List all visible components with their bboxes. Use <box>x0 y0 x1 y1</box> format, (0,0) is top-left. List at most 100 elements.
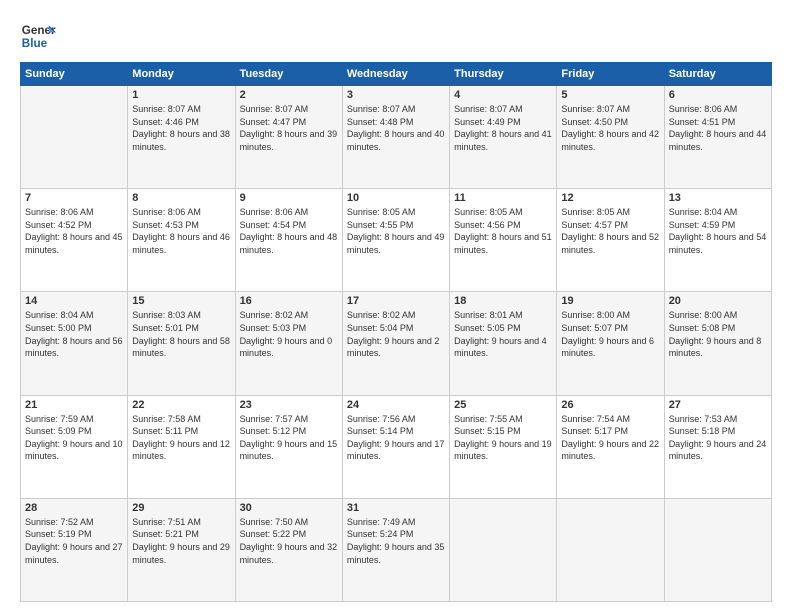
day-number: 11 <box>454 192 552 204</box>
day-info: Sunrise: 8:05 AMSunset: 4:57 PMDaylight:… <box>561 206 659 256</box>
calendar-cell: 11 Sunrise: 8:05 AMSunset: 4:56 PMDaylig… <box>450 189 557 292</box>
calendar-cell: 5 Sunrise: 8:07 AMSunset: 4:50 PMDayligh… <box>557 86 664 189</box>
day-info: Sunrise: 8:06 AMSunset: 4:51 PMDaylight:… <box>669 103 767 153</box>
calendar-cell: 1 Sunrise: 8:07 AMSunset: 4:46 PMDayligh… <box>128 86 235 189</box>
day-number: 3 <box>347 89 445 101</box>
calendar-cell: 14 Sunrise: 8:04 AMSunset: 5:00 PMDaylig… <box>21 292 128 395</box>
calendar-cell: 25 Sunrise: 7:55 AMSunset: 5:15 PMDaylig… <box>450 395 557 498</box>
day-info: Sunrise: 7:52 AMSunset: 5:19 PMDaylight:… <box>25 516 123 566</box>
day-info: Sunrise: 7:49 AMSunset: 5:24 PMDaylight:… <box>347 516 445 566</box>
weekday-header: Wednesday <box>342 63 449 86</box>
day-number: 15 <box>132 295 230 307</box>
day-number: 14 <box>25 295 123 307</box>
day-number: 9 <box>240 192 338 204</box>
day-number: 18 <box>454 295 552 307</box>
day-info: Sunrise: 7:58 AMSunset: 5:11 PMDaylight:… <box>132 413 230 463</box>
day-info: Sunrise: 7:55 AMSunset: 5:15 PMDaylight:… <box>454 413 552 463</box>
svg-text:Blue: Blue <box>22 37 48 50</box>
calendar-cell: 8 Sunrise: 8:06 AMSunset: 4:53 PMDayligh… <box>128 189 235 292</box>
calendar-cell: 28 Sunrise: 7:52 AMSunset: 5:19 PMDaylig… <box>21 498 128 601</box>
day-info: Sunrise: 8:05 AMSunset: 4:56 PMDaylight:… <box>454 206 552 256</box>
calendar-cell: 16 Sunrise: 8:02 AMSunset: 5:03 PMDaylig… <box>235 292 342 395</box>
day-info: Sunrise: 8:00 AMSunset: 5:08 PMDaylight:… <box>669 309 767 359</box>
day-info: Sunrise: 8:03 AMSunset: 5:01 PMDaylight:… <box>132 309 230 359</box>
calendar-cell: 10 Sunrise: 8:05 AMSunset: 4:55 PMDaylig… <box>342 189 449 292</box>
calendar-cell: 19 Sunrise: 8:00 AMSunset: 5:07 PMDaylig… <box>557 292 664 395</box>
day-info: Sunrise: 7:56 AMSunset: 5:14 PMDaylight:… <box>347 413 445 463</box>
day-number: 30 <box>240 502 338 514</box>
day-number: 16 <box>240 295 338 307</box>
calendar-cell: 31 Sunrise: 7:49 AMSunset: 5:24 PMDaylig… <box>342 498 449 601</box>
weekday-header: Friday <box>557 63 664 86</box>
weekday-header-row: SundayMondayTuesdayWednesdayThursdayFrid… <box>21 63 772 86</box>
weekday-header: Sunday <box>21 63 128 86</box>
day-info: Sunrise: 8:04 AMSunset: 5:00 PMDaylight:… <box>25 309 123 359</box>
day-number: 31 <box>347 502 445 514</box>
day-number: 19 <box>561 295 659 307</box>
calendar-cell <box>21 86 128 189</box>
calendar-cell: 20 Sunrise: 8:00 AMSunset: 5:08 PMDaylig… <box>664 292 771 395</box>
day-number: 25 <box>454 399 552 411</box>
day-info: Sunrise: 8:05 AMSunset: 4:55 PMDaylight:… <box>347 206 445 256</box>
weekday-header: Monday <box>128 63 235 86</box>
day-number: 1 <box>132 89 230 101</box>
calendar-week-row: 7 Sunrise: 8:06 AMSunset: 4:52 PMDayligh… <box>21 189 772 292</box>
logo-icon: General Blue <box>20 18 56 54</box>
calendar-cell: 23 Sunrise: 7:57 AMSunset: 5:12 PMDaylig… <box>235 395 342 498</box>
calendar-cell: 26 Sunrise: 7:54 AMSunset: 5:17 PMDaylig… <box>557 395 664 498</box>
day-info: Sunrise: 7:59 AMSunset: 5:09 PMDaylight:… <box>25 413 123 463</box>
day-number: 22 <box>132 399 230 411</box>
day-info: Sunrise: 8:00 AMSunset: 5:07 PMDaylight:… <box>561 309 659 359</box>
calendar-cell: 17 Sunrise: 8:02 AMSunset: 5:04 PMDaylig… <box>342 292 449 395</box>
day-number: 10 <box>347 192 445 204</box>
calendar-cell: 2 Sunrise: 8:07 AMSunset: 4:47 PMDayligh… <box>235 86 342 189</box>
calendar-cell <box>557 498 664 601</box>
calendar-table: SundayMondayTuesdayWednesdayThursdayFrid… <box>20 62 772 602</box>
calendar-week-row: 28 Sunrise: 7:52 AMSunset: 5:19 PMDaylig… <box>21 498 772 601</box>
weekday-header: Tuesday <box>235 63 342 86</box>
day-number: 2 <box>240 89 338 101</box>
calendar-cell: 4 Sunrise: 8:07 AMSunset: 4:49 PMDayligh… <box>450 86 557 189</box>
header: General Blue <box>20 18 772 54</box>
day-info: Sunrise: 8:07 AMSunset: 4:46 PMDaylight:… <box>132 103 230 153</box>
day-info: Sunrise: 8:04 AMSunset: 4:59 PMDaylight:… <box>669 206 767 256</box>
day-info: Sunrise: 8:07 AMSunset: 4:50 PMDaylight:… <box>561 103 659 153</box>
day-number: 23 <box>240 399 338 411</box>
calendar-cell: 29 Sunrise: 7:51 AMSunset: 5:21 PMDaylig… <box>128 498 235 601</box>
logo: General Blue <box>20 18 56 54</box>
day-info: Sunrise: 7:51 AMSunset: 5:21 PMDaylight:… <box>132 516 230 566</box>
day-number: 21 <box>25 399 123 411</box>
calendar-cell: 15 Sunrise: 8:03 AMSunset: 5:01 PMDaylig… <box>128 292 235 395</box>
day-number: 4 <box>454 89 552 101</box>
day-number: 12 <box>561 192 659 204</box>
calendar-cell <box>664 498 771 601</box>
day-number: 17 <box>347 295 445 307</box>
day-number: 5 <box>561 89 659 101</box>
day-number: 8 <box>132 192 230 204</box>
day-info: Sunrise: 8:07 AMSunset: 4:48 PMDaylight:… <box>347 103 445 153</box>
calendar-cell: 7 Sunrise: 8:06 AMSunset: 4:52 PMDayligh… <box>21 189 128 292</box>
day-info: Sunrise: 8:01 AMSunset: 5:05 PMDaylight:… <box>454 309 552 359</box>
day-info: Sunrise: 8:02 AMSunset: 5:03 PMDaylight:… <box>240 309 338 359</box>
calendar-week-row: 21 Sunrise: 7:59 AMSunset: 5:09 PMDaylig… <box>21 395 772 498</box>
day-number: 24 <box>347 399 445 411</box>
day-info: Sunrise: 8:07 AMSunset: 4:47 PMDaylight:… <box>240 103 338 153</box>
calendar-cell: 12 Sunrise: 8:05 AMSunset: 4:57 PMDaylig… <box>557 189 664 292</box>
day-info: Sunrise: 8:07 AMSunset: 4:49 PMDaylight:… <box>454 103 552 153</box>
day-number: 13 <box>669 192 767 204</box>
day-info: Sunrise: 7:53 AMSunset: 5:18 PMDaylight:… <box>669 413 767 463</box>
day-info: Sunrise: 8:06 AMSunset: 4:54 PMDaylight:… <box>240 206 338 256</box>
calendar-week-row: 14 Sunrise: 8:04 AMSunset: 5:00 PMDaylig… <box>21 292 772 395</box>
calendar-cell: 21 Sunrise: 7:59 AMSunset: 5:09 PMDaylig… <box>21 395 128 498</box>
day-info: Sunrise: 8:06 AMSunset: 4:53 PMDaylight:… <box>132 206 230 256</box>
calendar-cell: 13 Sunrise: 8:04 AMSunset: 4:59 PMDaylig… <box>664 189 771 292</box>
day-number: 26 <box>561 399 659 411</box>
day-number: 7 <box>25 192 123 204</box>
day-info: Sunrise: 7:54 AMSunset: 5:17 PMDaylight:… <box>561 413 659 463</box>
weekday-header: Thursday <box>450 63 557 86</box>
calendar-cell: 22 Sunrise: 7:58 AMSunset: 5:11 PMDaylig… <box>128 395 235 498</box>
day-number: 27 <box>669 399 767 411</box>
calendar-week-row: 1 Sunrise: 8:07 AMSunset: 4:46 PMDayligh… <box>21 86 772 189</box>
calendar-cell: 9 Sunrise: 8:06 AMSunset: 4:54 PMDayligh… <box>235 189 342 292</box>
calendar-page: General Blue SundayMondayTuesdayWednesda… <box>0 0 792 612</box>
